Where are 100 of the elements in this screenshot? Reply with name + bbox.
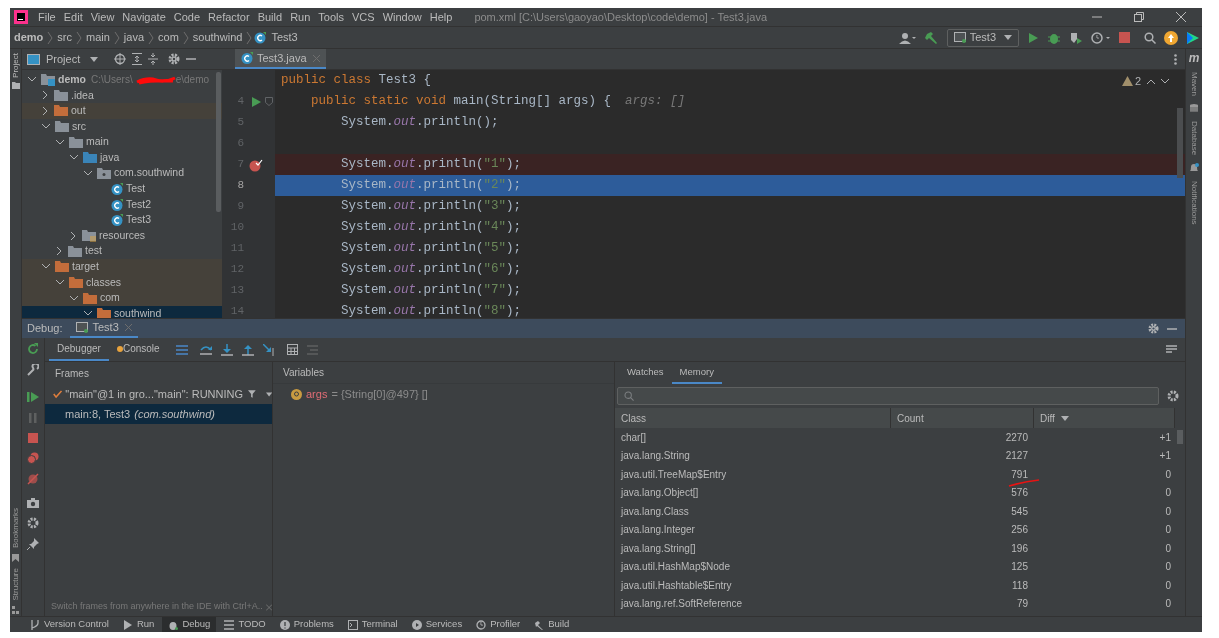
chevron-down-icon[interactable] [28, 77, 36, 83]
breadcrumb-item[interactable]: java [121, 29, 147, 46]
tool-window-button[interactable]: Services [405, 617, 469, 632]
menu-item[interactable]: Code [173, 8, 201, 26]
search-icon[interactable] [1144, 31, 1156, 44]
tree-item[interactable]: src [22, 118, 222, 135]
breadcrumb-item[interactable]: demo [12, 29, 46, 46]
menu-item[interactable]: Build [257, 8, 283, 26]
menu-item[interactable]: VCS [352, 8, 375, 26]
run-configuration-dropdown[interactable]: Test3 [946, 28, 1019, 47]
menu-item[interactable]: Edit [63, 8, 83, 26]
caret-icon[interactable] [90, 56, 99, 62]
chevron-right-icon[interactable] [71, 231, 76, 240]
scrollbar-thumb[interactable] [216, 72, 221, 212]
settings-icon[interactable] [168, 53, 181, 65]
mute-breakpoints-icon[interactable] [27, 473, 39, 485]
profiler-icon[interactable] [1091, 30, 1111, 45]
breadcrumb-item[interactable]: Test3 [269, 29, 300, 46]
settings-icon[interactable] [1167, 390, 1179, 402]
tool-window-button[interactable]: TODO [218, 617, 272, 632]
breadcrumb-item[interactable]: src [55, 29, 74, 46]
panel-tab[interactable]: Memory [671, 362, 722, 384]
warning-icon[interactable] [1121, 76, 1133, 87]
column-header[interactable]: Count [897, 410, 924, 426]
step-over-icon[interactable] [199, 343, 212, 356]
breadcrumb-item[interactable]: com [156, 29, 181, 46]
chevron-down-icon[interactable] [70, 295, 78, 301]
previous-icon[interactable] [1147, 78, 1155, 84]
project-view-title[interactable]: Project [46, 50, 81, 68]
side-tab[interactable]: Bookmarks [10, 507, 21, 548]
tool-window-button[interactable]: Profiler [470, 617, 527, 632]
side-tab[interactable]: Maven [1190, 72, 1198, 96]
tree-item[interactable]: com [22, 290, 222, 306]
side-tab[interactable]: Notifications [1190, 181, 1198, 225]
rerun-icon[interactable] [27, 343, 39, 355]
chevron-down-icon[interactable] [56, 139, 64, 145]
menu-item[interactable]: Help [429, 8, 453, 26]
chevron-down-icon[interactable] [42, 124, 50, 130]
tool-window-button[interactable]: Build [528, 617, 576, 632]
chevron-right-icon[interactable] [57, 247, 62, 256]
scrollbar-thumb[interactable] [1177, 430, 1183, 444]
user-icon[interactable] [898, 31, 917, 44]
maven-icon[interactable]: m [1188, 52, 1200, 64]
resume-icon[interactable] [27, 391, 39, 403]
tool-window-button[interactable]: Problems [273, 617, 340, 632]
side-tab[interactable]: Project [10, 53, 21, 78]
tree-item[interactable]: .idea [22, 87, 222, 104]
layout-icon[interactable] [1166, 345, 1177, 354]
menu-item[interactable]: Refactor [208, 8, 250, 26]
search-field[interactable] [617, 387, 1159, 405]
camera-icon[interactable] [27, 498, 39, 508]
menu-item[interactable]: Tools [318, 8, 344, 26]
breadcrumb-item[interactable]: southwind [190, 29, 245, 46]
warning-count[interactable]: 2 [1134, 73, 1141, 90]
column-header[interactable]: Class [621, 410, 646, 426]
collapse-all-icon[interactable] [148, 53, 159, 65]
tree-item[interactable]: out [22, 103, 222, 119]
hammer-icon[interactable] [924, 30, 939, 45]
menu-item[interactable]: Window [382, 8, 422, 26]
menu-item[interactable]: File [38, 8, 56, 26]
editor-tab[interactable]: Test3.java [235, 49, 326, 69]
tool-window-button[interactable]: Terminal [341, 617, 404, 632]
menu-item[interactable]: Run [290, 8, 311, 26]
tool-window-button[interactable]: Version Control [24, 617, 115, 632]
step-out-icon[interactable] [241, 343, 254, 356]
debugger-tab[interactable]: Debugger [49, 338, 109, 361]
restore-icon[interactable] [1134, 12, 1144, 22]
debugger-tab[interactable]: Console [108, 338, 168, 361]
expand-all-icon[interactable] [132, 53, 143, 65]
breakpoints-icon[interactable] [27, 452, 39, 464]
chevron-right-icon[interactable] [43, 107, 48, 115]
breakpoint-icon[interactable] [249, 157, 263, 172]
panel-tab[interactable]: Watches [619, 362, 672, 384]
editor-scrollbar[interactable] [1177, 108, 1183, 178]
run-icon[interactable] [251, 96, 261, 107]
run-icon[interactable] [1027, 31, 1039, 44]
tree-item[interactable]: Test2 [22, 196, 222, 213]
caret-icon[interactable] [265, 391, 272, 397]
filter-icon[interactable] [248, 389, 256, 399]
chevron-down-icon[interactable] [70, 155, 78, 161]
toolbox-icon[interactable] [1186, 30, 1200, 45]
tool-window-button[interactable]: Debug [162, 617, 217, 632]
coverage-icon[interactable] [1069, 30, 1083, 45]
chevron-down-icon[interactable] [56, 280, 64, 285]
chevron-down-icon[interactable] [84, 311, 92, 317]
tree-item[interactable]: main [22, 134, 222, 150]
tree-item[interactable]: java [22, 149, 222, 166]
tree-item[interactable]: target [22, 259, 222, 275]
breadcrumb-item[interactable]: main [84, 29, 112, 46]
wrench-icon[interactable] [27, 364, 39, 376]
minimize-icon[interactable] [1167, 327, 1177, 330]
run-to-cursor-icon[interactable] [262, 343, 275, 356]
tool-window-button[interactable]: Run [116, 617, 161, 632]
menu-item[interactable]: Navigate [122, 8, 166, 26]
pin-icon[interactable] [27, 538, 39, 550]
update-icon[interactable] [1164, 30, 1178, 45]
side-tab[interactable]: Structure [10, 567, 21, 600]
menu-item[interactable]: View [90, 8, 115, 26]
side-tab[interactable]: Database [1190, 121, 1198, 156]
chevron-down-icon[interactable] [84, 170, 92, 176]
